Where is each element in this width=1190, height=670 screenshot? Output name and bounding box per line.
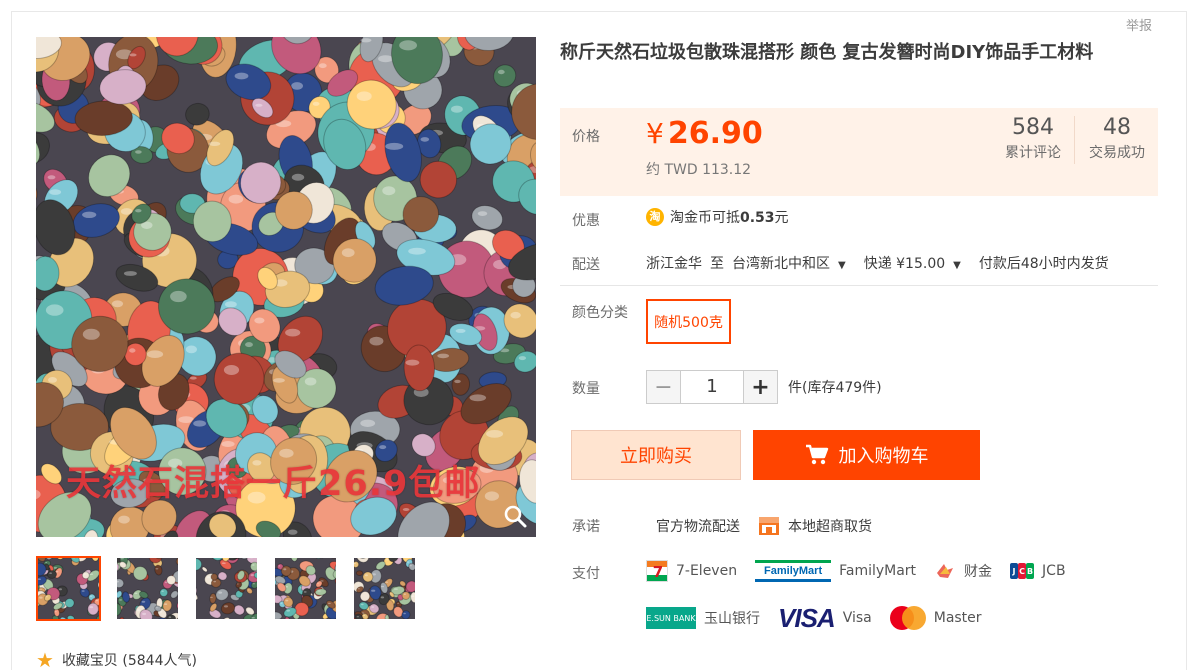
report-link[interactable]: 举报 <box>1119 15 1158 34</box>
reviews-label: 累计评论 <box>1005 145 1061 161</box>
pay-familymart-label: FamilyMart <box>839 563 917 579</box>
pay-caijin-label: 财金 <box>964 564 993 580</box>
promise-row: 官方物流配送 本地超商取货 <box>656 516 872 536</box>
promotion-amount: 0.53 <box>740 210 775 226</box>
price-value: ¥26.90 <box>646 116 763 151</box>
add-to-cart-label: 加入购物车 <box>838 446 929 467</box>
thumbnail-list <box>36 556 417 621</box>
caijin-icon <box>937 564 954 578</box>
thumbnail-4[interactable] <box>273 556 338 621</box>
main-product-image[interactable]: 天然石混搭一斤26.9包邮 <box>36 37 536 537</box>
cart-icon <box>805 444 828 465</box>
esun-bank-logo: E.SUN BANK <box>646 607 696 629</box>
star-icon: ★ <box>36 648 54 670</box>
sku-label: 颜色分类 <box>572 305 628 321</box>
trades-stat: 48 交易成功 <box>1084 114 1150 162</box>
thumbnail-5[interactable] <box>352 556 417 621</box>
image-promo-text: 天然石混搭一斤26.9包邮 <box>66 464 481 504</box>
price-box: 价格 ¥26.90 约 TWD 113.12 584 累计评论 48 交易成功 <box>560 108 1158 196</box>
sku-option-selected[interactable]: 随机500克 <box>646 299 731 344</box>
favorite-label: 收藏宝贝 (5844人气) <box>61 653 197 669</box>
divider <box>560 285 1158 286</box>
pay-esun-label: 玉山银行 <box>704 611 760 627</box>
price-approx: 约 TWD 113.12 <box>646 162 752 178</box>
payment-row-1: 7 7-Eleven FamilyMart FamilyMart 财金 JCB … <box>646 560 1084 582</box>
ship-from: 浙江金华 <box>646 256 702 272</box>
decrease-button[interactable]: − <box>646 370 681 404</box>
payment-label: 支付 <box>572 566 600 582</box>
pay-visa: VISA Visa <box>778 603 872 633</box>
ship-dispatch: 付款后48小时内发货 <box>978 256 1109 272</box>
quantity-stepper: − 1 + 件(库存479件) <box>646 370 882 404</box>
shipping-label: 配送 <box>572 257 600 273</box>
stat-divider <box>1074 116 1075 164</box>
promotion-text: 淘金币可抵0.53元 <box>670 207 789 227</box>
ship-method-select[interactable]: 快递 ¥15.00 ▼ <box>864 253 961 273</box>
pay-jcb-label: JCB <box>1042 563 1066 579</box>
trades-label: 交易成功 <box>1089 145 1145 161</box>
pay-esun: E.SUN BANK 玉山银行 <box>646 607 760 629</box>
ship-to-word: 至 <box>710 256 724 272</box>
chevron-down-icon: ▼ <box>953 260 961 271</box>
thumbnail-1[interactable] <box>36 556 101 621</box>
currency-symbol: ¥ <box>646 117 664 150</box>
quantity-input[interactable]: 1 <box>681 370 743 404</box>
thumbnail-3[interactable] <box>194 556 259 621</box>
shipping-row: 浙江金华 至 台湾新北中和区 ▼ 快递 ¥15.00 ▼ 付款后48小时内发货 <box>646 253 1109 273</box>
pay-visa-label: Visa <box>842 610 872 626</box>
stock-text: 件(库存479件) <box>788 380 882 396</box>
pay-master-label: Master <box>933 610 982 626</box>
jcb-icon: JCB <box>1010 563 1035 579</box>
payment-row-2: E.SUN BANK 玉山银行 VISA Visa Master <box>646 603 1000 633</box>
promotion-text-suffix: 元 <box>774 210 789 226</box>
price-label: 价格 <box>572 129 600 145</box>
promotion-row: 淘 淘金币可抵0.53元 <box>646 207 789 227</box>
trades-count: 48 <box>1103 115 1131 140</box>
increase-button[interactable]: + <box>743 370 778 404</box>
quantity-label: 数量 <box>572 381 600 397</box>
promotion-text-prefix: 淘金币可抵 <box>670 210 740 226</box>
zoom-icon[interactable] <box>502 503 528 529</box>
pay-familymart: FamilyMart FamilyMart <box>755 560 916 582</box>
pay-master: Master <box>889 606 982 630</box>
chevron-down-icon: ▼ <box>838 260 846 271</box>
familymart-logo: FamilyMart <box>755 560 832 582</box>
promise-label: 承诺 <box>572 519 600 535</box>
pay-711: 7 7-Eleven <box>646 560 737 582</box>
reviews-stat[interactable]: 584 累计评论 <box>1002 114 1064 162</box>
thumbnail-2[interactable] <box>115 556 180 621</box>
product-title: 称斤天然石垃圾包散珠混搭形 颜色 复古发簪时尚DIY饰品手工材料 <box>560 42 1094 63</box>
promise-logistics: 官方物流配送 <box>656 519 740 535</box>
buy-now-button[interactable]: 立即购买 <box>571 430 741 480</box>
store-icon <box>759 517 779 535</box>
mastercard-icon <box>889 606 926 630</box>
add-to-cart-button[interactable]: 加入购物车 <box>753 430 980 480</box>
pay-711-label: 7-Eleven <box>676 563 738 579</box>
ship-destination: 台湾新北中和区 <box>732 256 830 272</box>
ship-destination-select[interactable]: 台湾新北中和区 ▼ <box>732 253 846 273</box>
reviews-count: 584 <box>1012 115 1054 140</box>
visa-logo: VISA <box>778 603 836 633</box>
taobao-coin-icon: 淘 <box>646 208 664 226</box>
ship-method: 快递 ¥15.00 <box>863 256 946 272</box>
seven-eleven-icon: 7 <box>646 560 668 582</box>
promise-pickup: 本地超商取货 <box>788 519 872 535</box>
pay-jcb: JCB JCB <box>1010 563 1066 579</box>
favorite-button[interactable]: ★ 收藏宝贝 (5844人气) <box>36 650 197 670</box>
promotion-label: 优惠 <box>572 213 600 229</box>
price-amount: 26.90 <box>667 116 763 151</box>
pay-caijin: 财金 <box>934 561 992 581</box>
